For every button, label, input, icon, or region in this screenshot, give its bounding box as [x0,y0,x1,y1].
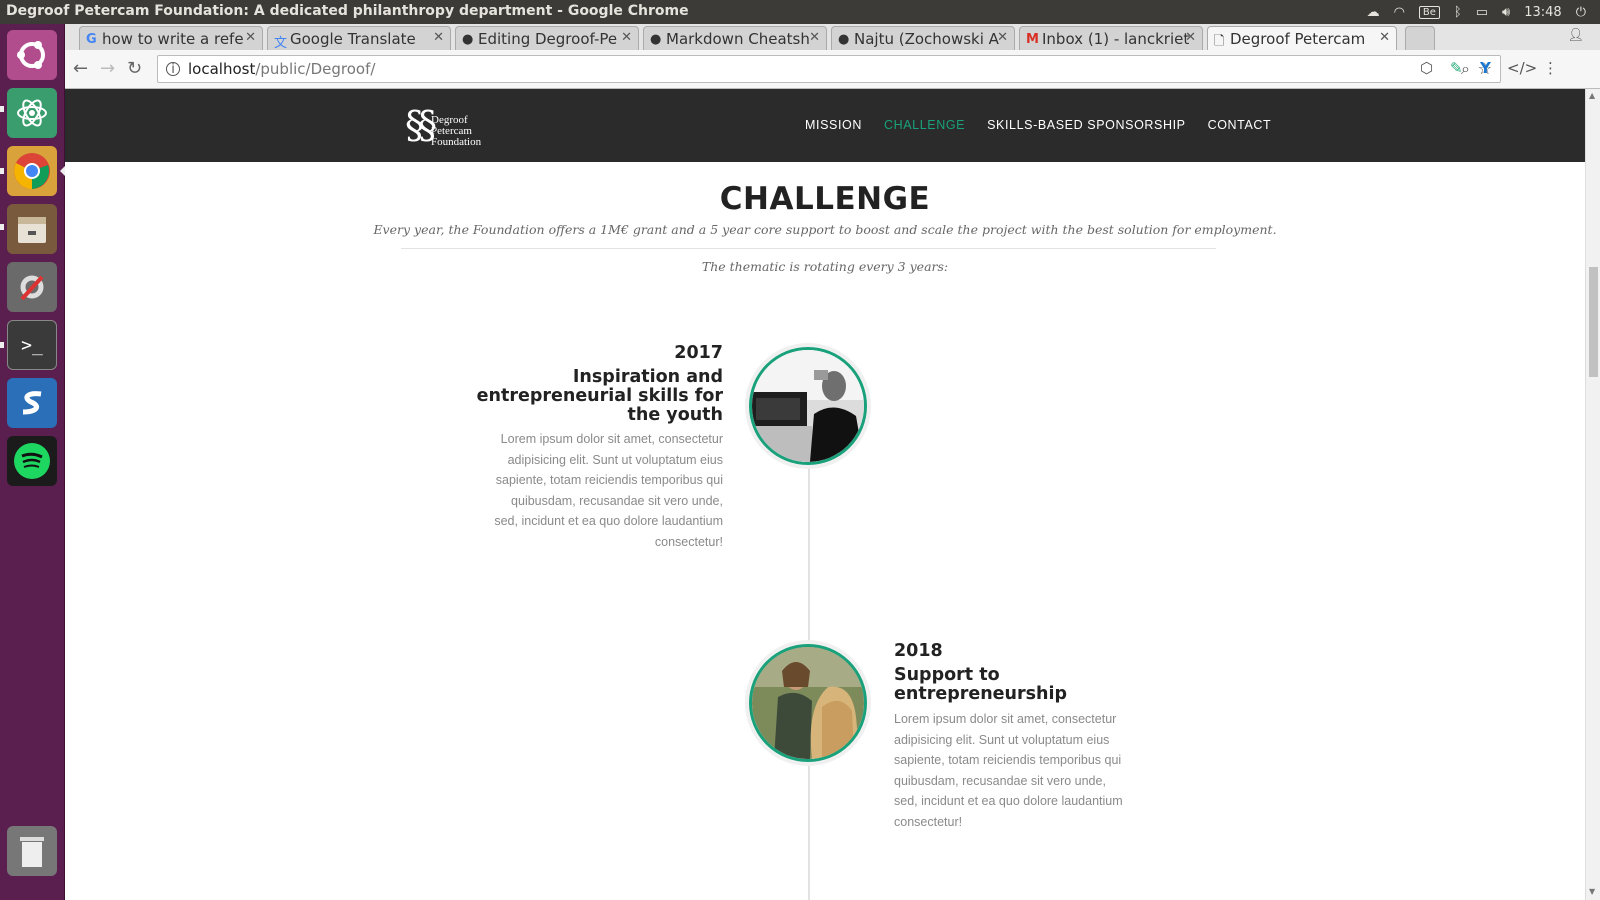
keyboard-layout-indicator[interactable]: Be [1418,5,1440,19]
timeline-photo-2018 [749,644,867,762]
extension-code-icon[interactable]: </> [1507,59,1537,77]
running-indicator [0,342,4,348]
tab-label: Markdown Cheatsh [666,29,810,48]
bluetooth-icon[interactable]: ᛒ [1454,5,1462,20]
back-icon[interactable]: ← [73,58,88,79]
section-title: CHALLENGE [719,181,931,217]
tab-label: Editing Degroof-Pe [478,29,618,48]
reload-icon[interactable]: ↻ [127,58,142,79]
section-intro: Every year, the Foundation offers a 1M€ … [373,222,1277,237]
scroll-down-icon[interactable]: ▼ [1589,887,1595,896]
sync-icon[interactable]: ☁ [1367,5,1380,20]
wifi-icon[interactable]: ◠ [1394,5,1405,20]
tab-1[interactable]: G how to write a refe ✕ [79,26,263,50]
chrome-icon[interactable] [7,146,57,196]
extension-pen-icon[interactable]: ✎ [1450,59,1463,77]
ubuntu-dash-icon[interactable] [7,30,57,80]
close-tab-icon[interactable]: ✕ [809,30,820,45]
close-tab-icon[interactable]: ✕ [1379,30,1390,45]
trash-icon[interactable] [7,826,57,876]
volume-icon[interactable]: 🔊︎ [1502,5,1510,20]
files-icon[interactable] [7,204,57,254]
nav-challenge[interactable]: CHALLENGE [884,118,965,132]
atom-editor-icon[interactable] [7,88,57,138]
timeline-heading: Inspiration and entrepreneurial skills f… [476,367,723,425]
tab-label: Google Translate [290,29,416,48]
foundation-logo[interactable]: §§ Degroof Petercam Foundation [405,101,495,151]
tab-label: Inbox (1) - lanckriet [1042,29,1190,48]
github-icon: ● [838,32,850,47]
clock[interactable]: 13:48 [1524,5,1561,20]
tab-4[interactable]: ● Markdown Cheatsh ✕ [643,26,827,50]
tab-5[interactable]: ● Najtu (Zochowski A ✕ [831,26,1015,50]
address-bar[interactable]: i localhost/public/Degroof/ ⌕ ☆ [157,55,1501,83]
logo-mark: §§ [405,103,437,147]
tab-7-active[interactable]: 🗋︎ Degroof Petercam ✕ [1207,26,1397,50]
close-tab-icon[interactable]: ✕ [245,30,256,45]
spotify-icon[interactable] [7,436,57,486]
new-tab-button[interactable] [1405,26,1435,50]
rotation-note: The thematic is rotating every 3 years: [701,259,949,274]
menu-icon[interactable]: ⋮ [1543,59,1558,77]
gmail-icon: M [1026,32,1039,47]
page-scrollbar[interactable]: ▲ ▼ [1585,89,1600,900]
extension-shield-icon[interactable]: ⬡ [1420,59,1433,77]
tab-6[interactable]: M Inbox (1) - lanckriet ✕ [1019,26,1203,50]
page-viewport: §§ Degroof Petercam Foundation MISSION C… [65,89,1585,900]
scroll-up-icon[interactable]: ▲ [1589,91,1595,100]
close-tab-icon[interactable]: ✕ [1185,30,1196,45]
terminal-icon[interactable]: >_ [7,320,57,370]
timeline-body: Lorem ipsum dolor sit amet, consectetur … [894,712,1123,829]
close-tab-icon[interactable]: ✕ [997,30,1008,45]
running-indicator [0,224,4,230]
tab-2[interactable]: 文 Google Translate ✕ [267,26,451,50]
system-indicators: ☁ ◠ Be ᛒ ▭ 🔊︎ 13:48 ⏻ [1367,0,1586,24]
timeline-year: 2017 [674,343,723,363]
code-editor-icon[interactable] [7,378,57,428]
battery-icon[interactable]: ▭ [1476,5,1488,20]
forward-icon[interactable]: → [100,58,115,79]
toolbar: ← → ↻ i localhost/public/Degroof/ ⌕ ☆ ⬡ … [65,50,1600,89]
power-icon[interactable]: ⏻ [1576,5,1586,20]
page-icon: 🗋︎ [1214,34,1225,49]
launcher: >_ [0,24,65,900]
timeline-photo-2017 [749,347,867,465]
translate-icon: 文 [274,36,288,50]
running-indicator [0,106,4,112]
github-icon: ● [650,32,662,47]
logo-text: Degroof Petercam Foundation [431,114,482,148]
google-icon: G [86,32,97,47]
scrollbar-thumb[interactable] [1589,267,1598,377]
browser-chrome: G how to write a refe ✕ 文 Google Transla… [65,24,1600,89]
window-title: Degroof Petercam Foundation: A dedicated… [6,3,689,19]
top-panel: Degroof Petercam Foundation: A dedicated… [0,0,1600,24]
nav-mission[interactable]: MISSION [805,118,862,132]
close-tab-icon[interactable]: ✕ [433,30,444,45]
tab-label: Degroof Petercam [1230,29,1366,48]
timeline-body: Lorem ipsum dolor sit amet, consectetur … [494,432,723,549]
url-host: localhost [188,60,256,78]
tab-label: Najtu (Zochowski A [854,29,999,48]
tab-3[interactable]: ● Editing Degroof-Pe ✕ [455,26,639,50]
nav-contact[interactable]: CONTACT [1208,118,1272,132]
nav-skills-based-sponsorship[interactable]: SKILLS-BASED SPONSORSHIP [987,118,1186,132]
timeline-year: 2018 [894,641,943,661]
tab-label: how to write a refe [102,29,244,48]
site-nav: MISSION CHALLENGE SKILLS-BASED SPONSORSH… [805,118,1271,132]
site-header: §§ Degroof Petercam Foundation MISSION C… [65,89,1585,162]
url-path: /public/Degroof/ [255,60,376,78]
timeline-heading: Support to entrepreneurship [894,665,1068,704]
profile-icon[interactable]: 👤︎ [1567,28,1584,43]
running-indicator [0,168,4,174]
section-divider [401,248,1216,249]
github-icon: ● [462,32,474,47]
extension-y-icon[interactable]: Y [1480,59,1491,77]
info-icon[interactable]: i [166,62,180,77]
close-tab-icon[interactable]: ✕ [621,30,632,45]
system-settings-icon[interactable] [7,262,57,312]
